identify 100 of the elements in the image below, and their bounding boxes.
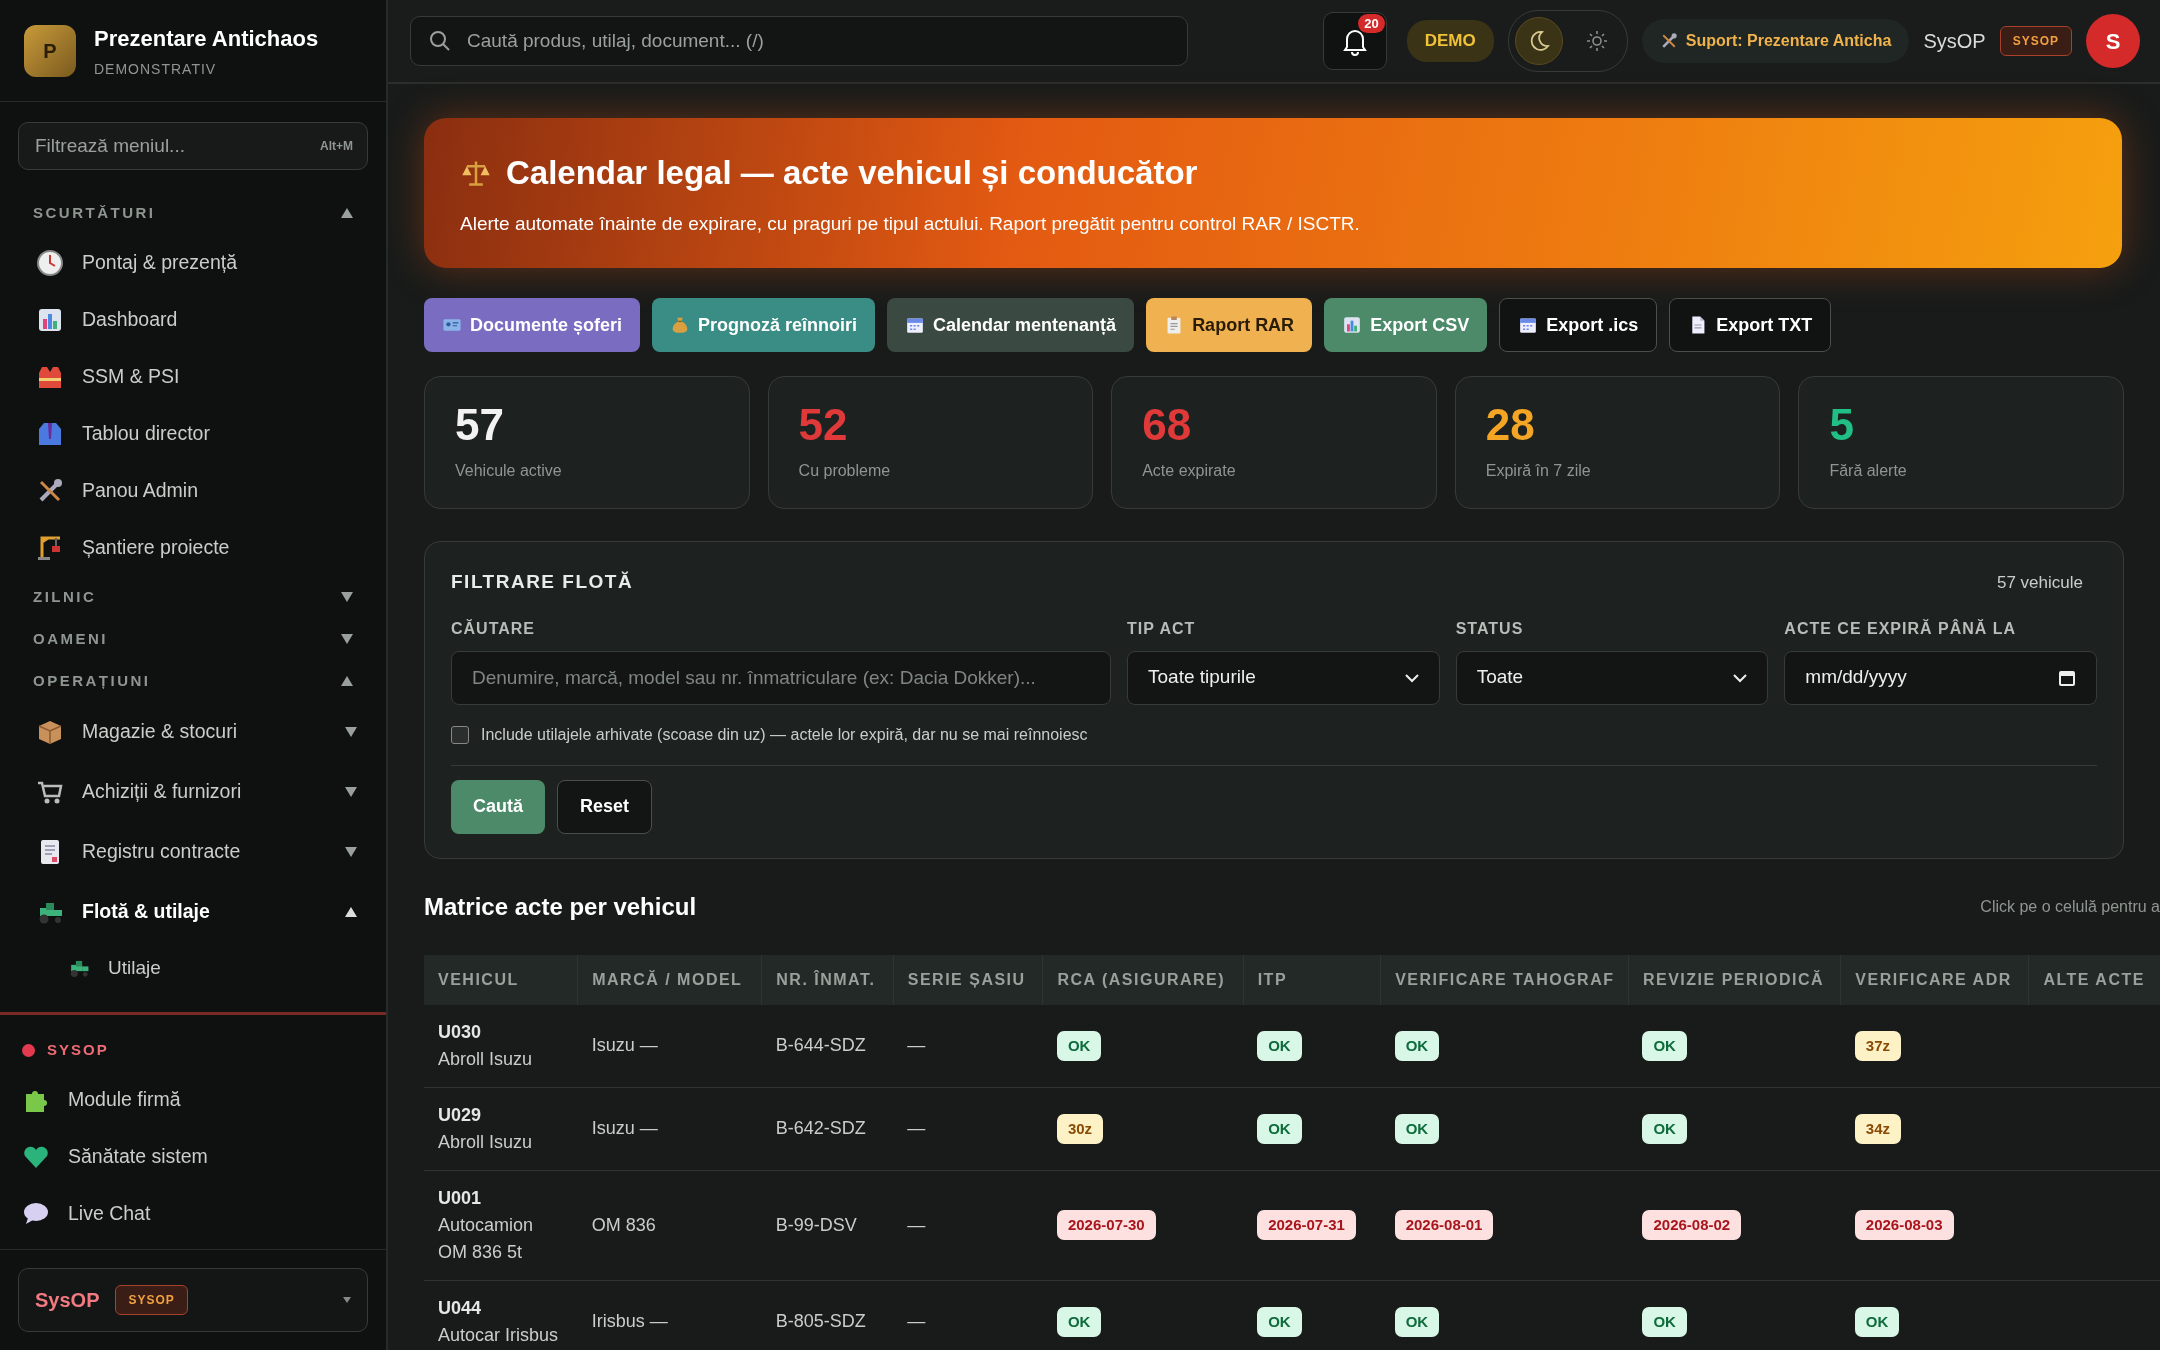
status-badge[interactable]: OK [1257, 1113, 1302, 1144]
status-badge[interactable]: OK [1642, 1030, 1687, 1061]
sidebar-item[interactable]: Tablou director [0, 405, 386, 462]
stat-label: Acte expirate [1142, 461, 1237, 481]
status-badge[interactable]: 30z [1056, 1113, 1104, 1144]
section-header[interactable]: SCURTĂTURI [33, 201, 156, 225]
user-avatar[interactable]: S [2086, 14, 2140, 68]
section-header: SYSOP [47, 1039, 109, 1060]
sidebar-item[interactable]: Flotă & utilaje [0, 882, 386, 942]
table-cell: — [907, 1311, 926, 1331]
status-badge[interactable]: OK [1257, 1306, 1302, 1337]
sidebar-item[interactable]: Șantiere proiecte [0, 519, 386, 576]
support-link[interactable]: Suport: Prezentare Anticha [1641, 19, 1910, 63]
stat-value: 52 [798, 403, 849, 447]
sidebar-item[interactable]: SSM & PSI [0, 348, 386, 405]
collapse-caret-icon[interactable] [344, 906, 358, 918]
user-menu[interactable]: SysOP SYSOP [18, 1268, 368, 1332]
stat-value: 68 [1142, 403, 1193, 447]
table-cell: — [907, 1214, 926, 1235]
action-button[interactable]: Export CSV [1324, 298, 1488, 352]
stat-value: 28 [1485, 403, 1536, 447]
expand-caret-icon[interactable] [340, 591, 354, 603]
status-badge[interactable]: 34z [1854, 1113, 1901, 1144]
sidebar-item[interactable]: Dashboard [0, 291, 386, 348]
stat-value: 5 [1829, 403, 1855, 447]
search-button[interactable]: Caută [451, 779, 545, 834]
section-header[interactable]: OPERAȚIUNI [33, 669, 151, 693]
status-badge[interactable]: OK [1854, 1306, 1900, 1337]
collapse-caret-icon[interactable] [340, 675, 354, 687]
status-badge[interactable]: OK [1056, 1306, 1102, 1337]
section-header[interactable]: OAMENI [33, 627, 108, 651]
status-badge[interactable]: OK [1642, 1306, 1687, 1337]
table-cell: B-642-SDZ [775, 1118, 866, 1138]
column-header: SERIE ȘASIU [907, 970, 1026, 988]
theme-toggle[interactable] [1507, 10, 1628, 72]
status-badge[interactable]: OK [1056, 1030, 1102, 1061]
sidebar-item[interactable]: Pontaj & prezență [0, 234, 386, 291]
action-button[interactable]: Export .ics [1499, 298, 1658, 352]
action-button[interactable]: Calendar mentenanță [887, 298, 1135, 352]
status-badge[interactable]: OK [1394, 1030, 1440, 1061]
theme-option[interactable] [1514, 17, 1563, 65]
hint-text: Click pe o celulă pentru a [1980, 896, 2160, 917]
sidebar-item[interactable]: Achiziții & furnizori [0, 762, 386, 822]
action-button[interactable]: Documente șoferi [424, 298, 641, 352]
status-badge[interactable]: OK [1642, 1113, 1687, 1144]
vehicle-name: Abroll Isuzu [438, 1130, 534, 1154]
sidebar-item[interactable]: Live Chat [0, 1185, 386, 1242]
table-cell: B-644-SDZ [775, 1035, 866, 1055]
chevron-down-icon [1404, 672, 1419, 683]
reset-button[interactable]: Reset [557, 779, 653, 834]
vehicle-name: Autocar Irisbus [438, 1323, 560, 1347]
table-cell: OM 836 [591, 1214, 656, 1235]
table-cell: Isuzu — [591, 1035, 658, 1055]
field-label: STATUS [1455, 618, 1525, 639]
sidebar-subitem[interactable]: Utilaje [0, 942, 386, 994]
search-field[interactable]: Denumire, marcă, model sau nr. înmatriculare (ex: Dacia Dokker)... [451, 650, 1111, 705]
action-button[interactable]: Prognoză reînnoiri [652, 298, 876, 352]
sidebar-item[interactable]: Module firmă [0, 1071, 386, 1128]
status-badge[interactable]: 37z [1854, 1030, 1901, 1061]
notifications-button[interactable]: 20 [1322, 12, 1387, 70]
status-badge[interactable]: OK [1257, 1030, 1302, 1061]
column-header: REVIZIE PERIODICĂ [1642, 970, 1825, 988]
table-cell: — [907, 1118, 926, 1138]
status-badge[interactable]: 2026-08-02 [1642, 1210, 1742, 1240]
status-badge[interactable]: 2026-07-31 [1257, 1210, 1356, 1240]
collapse-caret-icon[interactable] [340, 207, 354, 219]
checkbox-label: Include utilajele arhivate (scoase din uz) — actele lor expiră, dar nu se mai reînnoiesc [481, 724, 1088, 745]
menu-filter-field[interactable]: Filtrează meniul... [33, 130, 273, 162]
status-badge[interactable]: 2026-08-03 [1854, 1210, 1954, 1240]
status-badge[interactable]: 2026-07-30 [1056, 1210, 1156, 1240]
column-header: VEHICUL [438, 970, 519, 988]
expand-caret-icon[interactable] [340, 633, 354, 645]
expand-caret-icon[interactable] [344, 786, 358, 798]
panel-title: FILTRARE FLOTĂ [451, 570, 634, 594]
column-header: RCA (ASIGURARE) [1057, 970, 1226, 988]
search-field[interactable]: Caută produs, utilaj, document... (/) [465, 25, 1169, 57]
action-button[interactable]: Export TXT [1669, 298, 1832, 352]
sidebar-item[interactable]: Registru contracte [0, 822, 386, 882]
expand-caret-icon[interactable] [344, 846, 358, 858]
sidebar-item[interactable]: Magazie & stocuri [0, 702, 386, 762]
column-header: MARCĂ / MODEL [592, 970, 743, 988]
status-badge[interactable]: OK [1394, 1113, 1440, 1144]
shortcut-hint: Alt+M [320, 138, 353, 155]
checkbox[interactable] [451, 725, 469, 744]
brand-subtitle: DEMONSTRATIV [94, 59, 218, 79]
menu-filter[interactable]: Filtrează meniul... Alt+M [18, 122, 368, 170]
status-badge[interactable]: 2026-08-01 [1394, 1210, 1494, 1240]
select-field[interactable]: Toate [1455, 650, 1769, 705]
sidebar-item[interactable]: Sănătate sistem [0, 1128, 386, 1185]
stat-value: 57 [455, 403, 505, 447]
expand-caret-icon[interactable] [344, 726, 358, 738]
section-header[interactable]: ZILNIC [33, 585, 97, 609]
status-badge[interactable]: OK [1394, 1306, 1440, 1337]
table-cell: Isuzu — [591, 1118, 658, 1138]
date-field[interactable]: mm/dd/yyyy [1784, 650, 2097, 705]
action-button[interactable]: Raport RAR [1146, 298, 1313, 352]
search-bar[interactable]: Caută produs, utilaj, document... (/) [410, 16, 1188, 66]
select-field[interactable]: Toate tipurile [1127, 650, 1440, 705]
field-label: ACTE CE EXPIRĂ PÂNĂ LA [1784, 618, 2018, 639]
sidebar-item[interactable]: Panou Admin [0, 462, 386, 519]
